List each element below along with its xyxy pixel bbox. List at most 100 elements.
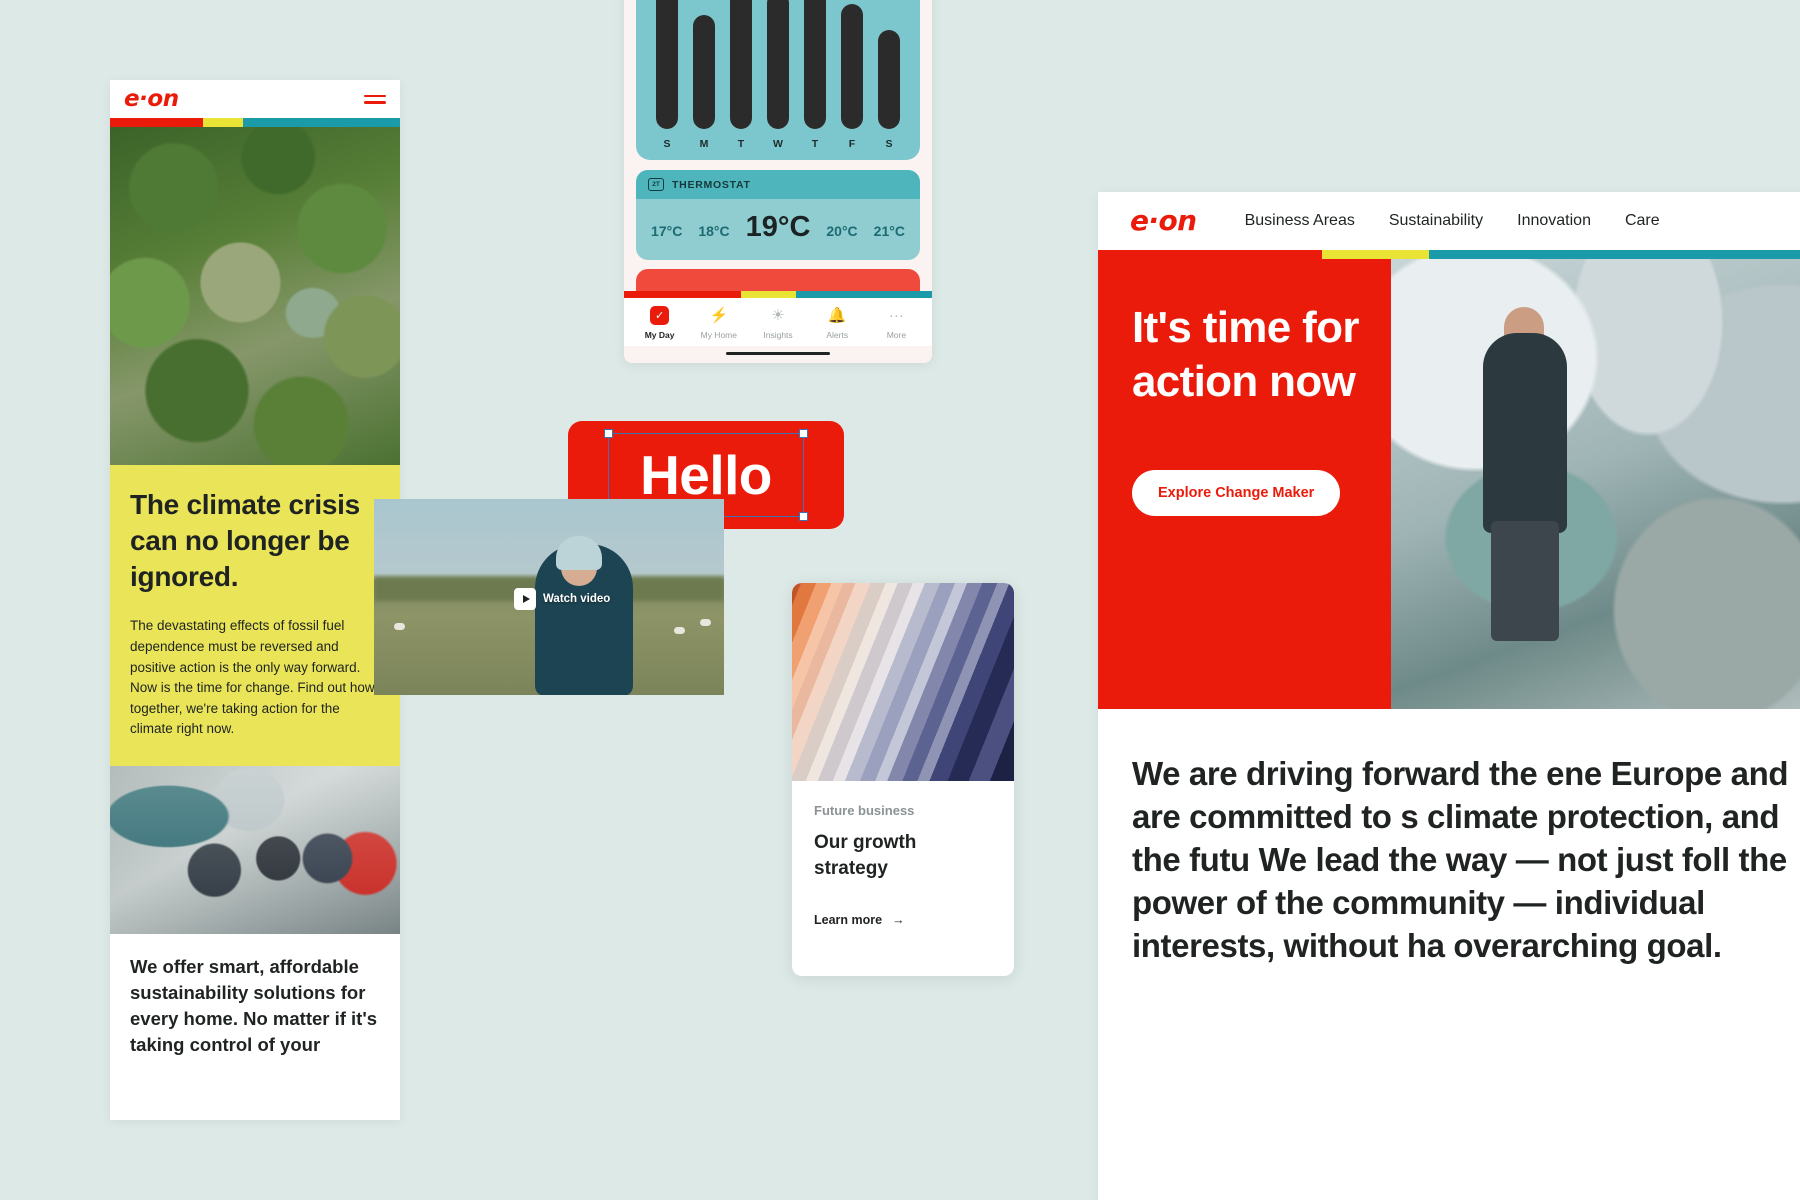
desktop-nav-business-areas[interactable]: Business Areas (1245, 212, 1355, 230)
eon-logo-desktop[interactable]: e·on (1130, 207, 1197, 235)
desktop-hero-panel: It's time for action now Explore Change … (1098, 259, 1391, 709)
thermostat-scale[interactable]: 17°C 18°C 19°C 20°C 21°C (636, 199, 920, 260)
arrow-right-icon: → (892, 913, 905, 928)
mobile-headline: The climate crisis can no longer be igno… (130, 489, 360, 592)
resize-handle-top-right[interactable] (799, 429, 808, 438)
bar-track (878, 30, 900, 129)
app-tab-label: Alerts (826, 330, 849, 340)
play-icon[interactable] (514, 588, 536, 610)
growth-card-kicker: Future business (814, 803, 915, 818)
eon-logo-mobile[interactable]: e·on (124, 87, 179, 111)
bar-column: S (878, 30, 900, 150)
bar-fill (656, 0, 678, 129)
bar-label: S (885, 138, 893, 150)
bar-label: T (737, 138, 745, 150)
temp-step-20[interactable]: 20°C (826, 223, 857, 239)
thermostat-header: 2T THERMOSTAT (636, 170, 920, 199)
video-sheep (394, 623, 405, 630)
home-indicator (726, 352, 830, 355)
resize-handle-bottom-right[interactable] (799, 512, 808, 521)
mobile-web-mockup: e·on The climate crisis can no longer be… (110, 80, 400, 1120)
bar-column: T (804, 0, 826, 150)
team-photo-image (110, 765, 400, 934)
ellipsis-icon: ··· (888, 307, 904, 324)
bar-label: M (699, 138, 709, 150)
video-sheep (674, 627, 685, 634)
learn-more-link[interactable]: Learn more → (814, 913, 992, 927)
hamburger-menu-icon[interactable] (364, 94, 386, 104)
mobile-subheadline: We offer smart, affordable sustainabilit… (130, 955, 378, 1056)
bar-track (804, 0, 826, 129)
canvas-board: e·on The climate crisis can no longer be… (0, 0, 1800, 1200)
brand-stripe-desktop (1098, 250, 1800, 259)
video-thumbnail-card[interactable]: Watch video (374, 499, 724, 695)
forest-hero-image (110, 127, 400, 465)
desktop-nav[interactable]: e·on Business Areas Sustainability Innovat… (1098, 192, 1800, 250)
app-tab-my-home[interactable]: ⚡ My Home (689, 306, 748, 340)
sun-icon: ☀ (771, 307, 785, 324)
app-tab-insights[interactable]: ☀ Insights (748, 306, 807, 340)
temp-current[interactable]: 19°C (746, 211, 811, 244)
bar-column: F (841, 3, 863, 150)
temp-step-18[interactable]: 18°C (698, 223, 729, 239)
bar-fill (878, 30, 900, 129)
video-sheep (700, 619, 711, 626)
growth-strategy-card[interactable]: Future business Our growth strategy Lear… (792, 583, 1014, 976)
resize-handle-top-left[interactable] (604, 429, 613, 438)
desktop-paragraph: We are driving forward the ene Europe an… (1132, 755, 1789, 964)
bar-fill (841, 3, 863, 129)
temp-step-17[interactable]: 17°C (651, 223, 682, 239)
bar-column: W (767, 0, 789, 150)
desktop-hero: It's time for action now Explore Change … (1098, 259, 1800, 709)
app-tab-label: My Day (644, 330, 675, 340)
bar-chart: SMTWTFS (648, 0, 908, 150)
watch-video-button[interactable]: Watch video (514, 588, 610, 610)
thermostat-card[interactable]: 2T THERMOSTAT 17°C 18°C 19°C 20°C 21°C (636, 170, 920, 260)
bell-icon: 🔔 (827, 307, 847, 324)
thermostat-title: THERMOSTAT (672, 178, 751, 191)
learn-more-label: Learn more (814, 913, 883, 928)
bar-column: S (656, 0, 678, 150)
hero-person-torso (1483, 333, 1567, 533)
bar-track (693, 15, 715, 129)
desktop-nav-sustainability[interactable]: Sustainability (1389, 212, 1483, 230)
desktop-nav-care[interactable]: Care (1625, 212, 1660, 230)
growth-card-title: Our growth strategy (814, 832, 917, 879)
desktop-web-mockup: e·on Business Areas Sustainability Innovat… (1098, 192, 1800, 1200)
app-bottom-nav[interactable]: ✓ My Day ⚡ My Home ☀ Insights 🔔 Alerts ··· More (624, 298, 932, 346)
bar-track (767, 0, 789, 129)
app-tab-label: My Home (700, 330, 737, 340)
bar-label: F (848, 138, 856, 150)
app-tab-more[interactable]: ··· More (867, 306, 926, 340)
desktop-paragraph-block: We are driving forward the ene Europe an… (1098, 709, 1800, 967)
app-tab-label: Insights (763, 330, 793, 340)
bar-fill (730, 0, 752, 129)
app-tab-my-day[interactable]: ✓ My Day (630, 306, 689, 340)
bar-label: T (811, 138, 819, 150)
brand-stripe-mobile (110, 118, 400, 127)
temp-step-21[interactable]: 21°C (874, 223, 905, 239)
mobile-app-mockup: S M T W T F S 2T THERMOSTAT 17°C 18°C 19°C 20°… (624, 0, 932, 363)
app-tab-alerts[interactable]: 🔔 Alerts (808, 306, 867, 340)
energy-bar-chart-card: SMTWTFS (636, 0, 920, 160)
growth-card-image (792, 583, 1014, 781)
explore-change-maker-button[interactable]: Explore Change Maker (1132, 470, 1341, 517)
watch-video-label: Watch video (543, 593, 611, 605)
next-card-peek (636, 269, 920, 291)
bar-track (841, 3, 863, 129)
brand-stripe-app (624, 291, 932, 298)
mobile-body-copy: The devastating effects of fossil fuel d… (130, 618, 378, 737)
bar-track (730, 0, 752, 129)
bolt-icon: ⚡ (709, 307, 729, 324)
desktop-nav-innovation[interactable]: Innovation (1517, 212, 1591, 230)
desktop-hero-image (1391, 259, 1800, 709)
bar-column: M (693, 15, 715, 150)
app-tab-label: More (886, 330, 907, 340)
desktop-hero-headline: It's time for action now (1132, 303, 1359, 406)
check-tick-icon: ✓ (650, 306, 670, 325)
hero-person-legs (1491, 521, 1559, 641)
bar-track (656, 0, 678, 129)
thermostat-tile-icon: 2T (648, 178, 664, 191)
bar-label: W (773, 138, 783, 150)
bar-label: S (663, 138, 671, 150)
